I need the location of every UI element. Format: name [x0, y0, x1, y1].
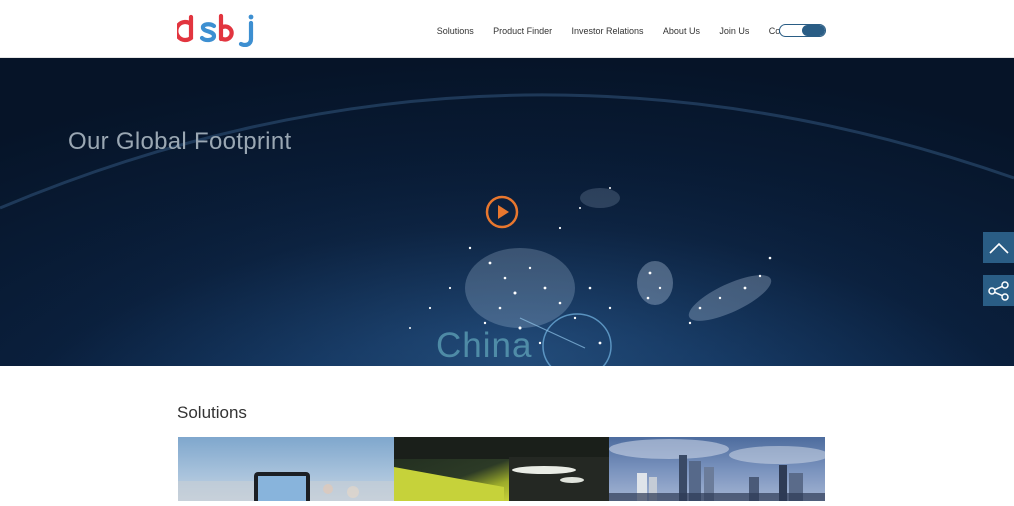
nav-product-finder[interactable]: Product Finder: [483, 22, 561, 40]
chevron-up-icon: [988, 242, 1009, 254]
nav-solutions[interactable]: Solutions: [427, 22, 483, 40]
tablet-image: [178, 472, 394, 501]
toggle-knob: [802, 25, 825, 36]
site-header: Solutions Product Finder Investor Relati…: [0, 0, 1014, 58]
office-lights-image: [393, 437, 610, 501]
share-icon: [987, 280, 1009, 301]
dsbj-logo[interactable]: [177, 13, 257, 47]
solutions-cards: [178, 437, 826, 501]
solution-card-3[interactable]: [609, 437, 826, 501]
hero-banner: Our Global Footprint China: [0, 58, 1014, 366]
share-button[interactable]: [983, 275, 1014, 306]
nav-investor-relations[interactable]: Investor Relations: [562, 22, 653, 40]
solution-card-2[interactable]: [393, 437, 610, 501]
solution-card-1[interactable]: [178, 437, 394, 501]
nav-join-us[interactable]: Join Us: [710, 22, 759, 40]
main-nav: Solutions Product Finder Investor Relati…: [427, 22, 823, 40]
play-circle-icon[interactable]: [485, 195, 519, 229]
solutions-section-title: Solutions: [177, 403, 247, 422]
city-skyline-image: [609, 439, 826, 501]
back-to-top-button[interactable]: [983, 232, 1014, 263]
nav-about-us[interactable]: About Us: [653, 22, 709, 40]
language-toggle[interactable]: [779, 24, 826, 37]
hero-title: Our Global Footprint: [68, 128, 292, 155]
hero-region-label: China: [436, 326, 533, 365]
